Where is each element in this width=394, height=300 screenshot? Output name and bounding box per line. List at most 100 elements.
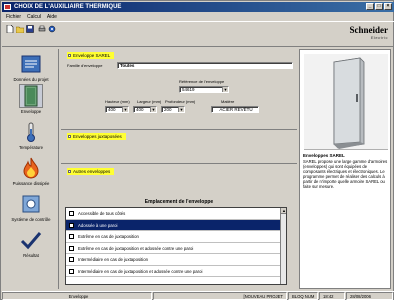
nav-label-result: Résultat xyxy=(23,253,39,258)
section-juxtaposees-checkbox[interactable] xyxy=(68,135,71,138)
nav-item-control-system[interactable]: Système de contrôle xyxy=(3,193,59,222)
list-scrollbar[interactable]: ▲ xyxy=(280,208,286,284)
logo-sub: Electric xyxy=(370,35,388,40)
control-system-icon xyxy=(22,195,40,213)
section-sarel-title[interactable]: Enveloppe SAREL xyxy=(67,52,115,59)
largeur-value: 400 xyxy=(136,107,144,112)
row-checkbox[interactable] xyxy=(69,222,74,228)
profondeur-select[interactable]: 200 ▼ xyxy=(161,106,185,113)
chevron-down-icon[interactable]: ▼ xyxy=(222,87,228,92)
status-date: 28/08/2006 xyxy=(346,292,393,300)
thermometer-icon xyxy=(27,122,35,142)
list-item-label: Accessible de tous côtés xyxy=(78,211,126,216)
section-juxtaposees-label: Enveloppes juxtaposées xyxy=(73,134,122,139)
menu-aide[interactable]: Aide xyxy=(47,13,57,21)
largeur-label: Largeur (mm) xyxy=(137,99,162,104)
nav-item-enclosure[interactable]: Enveloppe xyxy=(3,84,59,114)
reference-label: Référence de l'enveloppe xyxy=(179,79,225,84)
title-bar: CHOIX DE L'AUXILIAIRE THERMIQUE _ □ × xyxy=(2,2,394,12)
list-item[interactable]: Extrême en cas de juxtaposition et adoss… xyxy=(66,243,286,254)
info-panel: Enveloppes SAREL SAREL propose une large… xyxy=(299,49,391,289)
description-text: SAREL propose une large gamme d'armoires… xyxy=(303,159,388,189)
list-item-label: Extrême en cas de juxtaposition xyxy=(78,234,139,239)
row-checkbox[interactable] xyxy=(69,257,74,262)
nav-item-dissipated-power[interactable]: Puissance dissipée xyxy=(3,157,59,186)
list-item-label: Intermédiaire en cas de juxtaposition et… xyxy=(78,268,203,274)
row-checkbox[interactable] xyxy=(69,245,74,251)
description-title: Enveloppes SAREL xyxy=(303,153,345,158)
chevron-down-icon[interactable]: ▼ xyxy=(150,107,156,112)
list-item[interactable]: Intermédiaire en cas de juxtaposition xyxy=(66,254,286,266)
nav-item-result[interactable]: Résultat xyxy=(3,229,59,258)
enclosure-icon xyxy=(19,84,43,108)
save-icon[interactable] xyxy=(26,25,34,33)
close-button[interactable]: × xyxy=(384,3,392,10)
hauteur-select[interactable]: 400 ▼ xyxy=(105,106,129,113)
status-bar: Enveloppe [NOUVEAU PROJET BLOQ NUM 18:42… xyxy=(2,291,394,300)
section-autres: Autres enveloppes xyxy=(61,163,297,195)
settings-icon[interactable] xyxy=(48,25,56,33)
famille-field[interactable]: Toutes xyxy=(117,62,293,69)
menu-bar: Fichier Calcul Aide xyxy=(2,13,394,21)
reference-value: 54619 xyxy=(182,87,195,92)
print-icon[interactable] xyxy=(38,25,46,33)
nav-label-project-data: Données du projet xyxy=(13,77,49,82)
schneider-logo: Schneider Electric xyxy=(349,25,388,40)
list-item[interactable]: Intermédiaire en cas de juxtaposition et… xyxy=(66,266,286,277)
window-controls: _ □ × xyxy=(366,3,392,10)
nav-item-temperature[interactable]: Température xyxy=(3,121,59,150)
nav-label-dissipated-power: Puissance dissipée xyxy=(12,181,50,186)
row-checkbox[interactable] xyxy=(69,268,74,274)
menu-calcul[interactable]: Calcul xyxy=(27,13,41,21)
row-checkbox[interactable] xyxy=(69,234,74,239)
row-checkbox[interactable] xyxy=(69,211,74,216)
list-item-label: Extrême en cas de juxtaposition et adoss… xyxy=(78,245,194,251)
new-file-icon[interactable] xyxy=(6,24,14,34)
list-item[interactable]: Extrême en cas de juxtaposition xyxy=(66,231,286,243)
section-sarel-checkbox[interactable] xyxy=(68,54,71,57)
minimize-button[interactable]: _ xyxy=(366,3,374,10)
menu-fichier[interactable]: Fichier xyxy=(6,13,21,21)
open-folder-icon[interactable] xyxy=(15,25,25,34)
chevron-down-icon[interactable]: ▼ xyxy=(122,107,128,112)
famille-value: Toutes xyxy=(120,63,135,68)
nav-label-temperature: Température xyxy=(18,145,44,150)
list-item-label: Adossée à une paroi xyxy=(78,222,118,228)
section-juxtaposees-title[interactable]: Enveloppes juxtaposées xyxy=(67,133,126,140)
list-item-selected[interactable]: Adossée à une paroi xyxy=(66,219,286,231)
enclosure-photo xyxy=(304,54,388,150)
list-item[interactable]: Accessible de tous côtés xyxy=(66,208,286,220)
scroll-up-icon[interactable]: ▲ xyxy=(281,208,286,214)
application-window: CHOIX DE L'AUXILIAIRE THERMIQUE _ □ × Fi… xyxy=(0,0,394,300)
hauteur-value: 400 xyxy=(108,107,116,112)
nav-label-enclosure: Enveloppe xyxy=(20,109,42,114)
largeur-select[interactable]: 400 ▼ xyxy=(133,106,157,113)
profondeur-value: 200 xyxy=(164,107,172,112)
famille-label: Famille d'enveloppe xyxy=(67,63,103,68)
matiere-label: Matière xyxy=(221,99,235,104)
project-data-icon xyxy=(21,55,41,73)
nav-label-control-system: Système de contrôle xyxy=(11,217,51,222)
section-juxtaposees: Enveloppes juxtaposées xyxy=(61,129,297,161)
emplacement-title: Emplacement de l'enveloppe xyxy=(144,199,214,205)
maximize-button[interactable]: □ xyxy=(375,3,383,10)
navigation-sidebar: Données du projet Enveloppe Température … xyxy=(3,49,59,289)
matiere-value: ACIER REVÊTU xyxy=(219,107,253,112)
matiere-field[interactable]: ACIER REVÊTU xyxy=(211,106,259,113)
section-autres-checkbox[interactable] xyxy=(68,170,71,173)
nav-item-project-data[interactable]: Données du projet xyxy=(3,53,59,82)
emplacement-list: Accessible de tous côtés Adossée à une p… xyxy=(65,207,287,285)
flame-icon xyxy=(23,157,39,179)
toolbar: Schneider Electric xyxy=(2,21,394,47)
hauteur-label: Hauteur (mm) xyxy=(105,99,130,104)
app-icon xyxy=(4,4,11,10)
reference-select[interactable]: 54619 ▼ xyxy=(179,86,229,93)
status-project: [NOUVEAU PROJET xyxy=(153,292,287,300)
logo-name: Schneider xyxy=(349,25,388,35)
result-icon xyxy=(20,232,42,250)
chevron-down-icon[interactable]: ▼ xyxy=(178,107,184,112)
profondeur-label: Profondeur (mm) xyxy=(165,99,196,104)
status-section: Enveloppe xyxy=(2,292,152,300)
section-sarel-label: Enveloppe SAREL xyxy=(73,53,111,58)
section-autres-title[interactable]: Autres enveloppes xyxy=(67,168,115,175)
